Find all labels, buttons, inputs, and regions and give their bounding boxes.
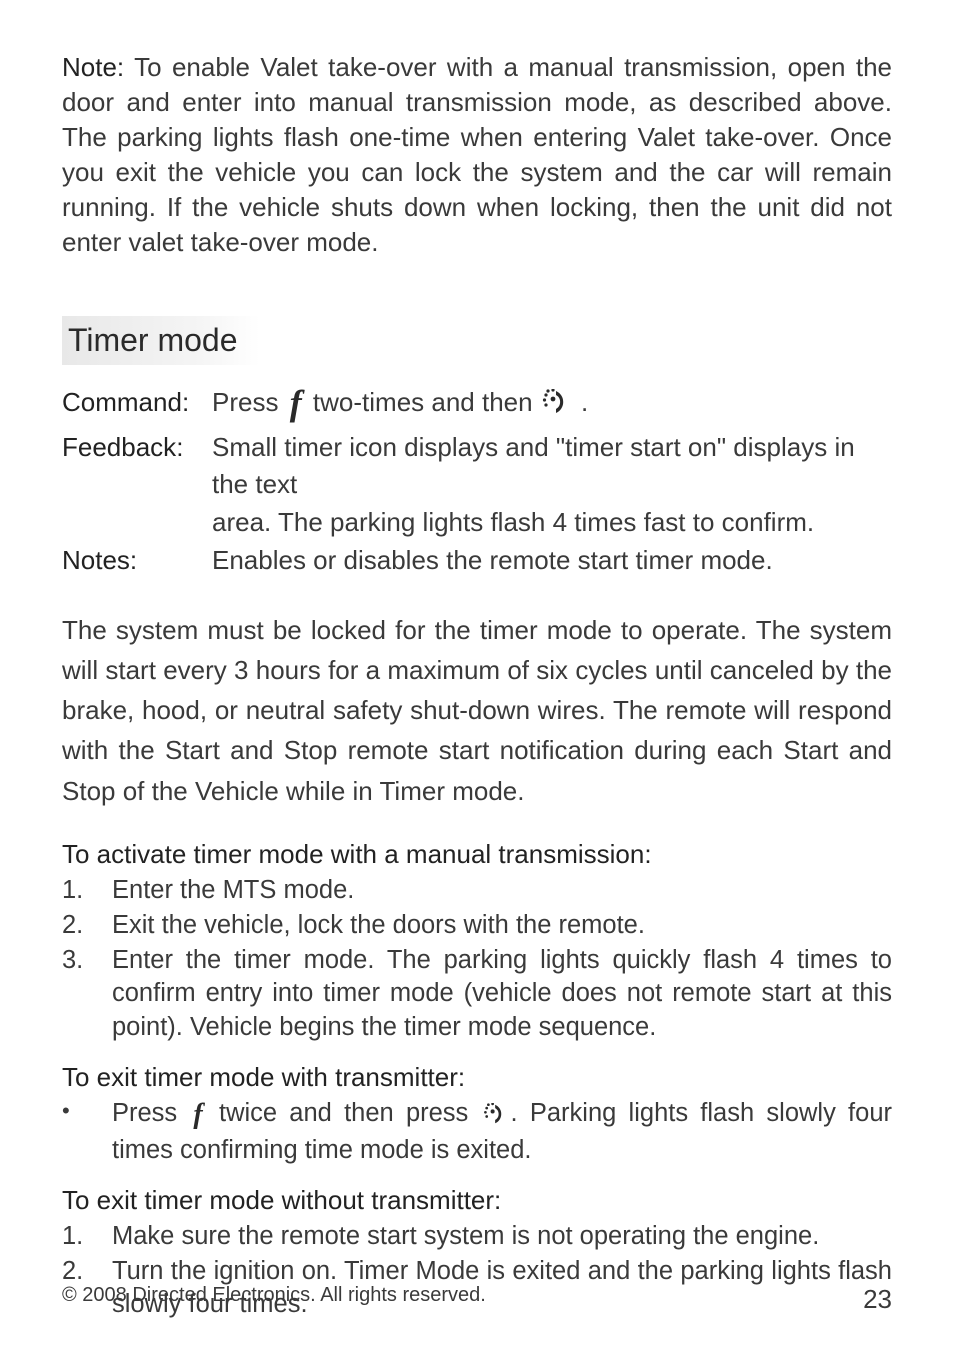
note-lead: Note: — [62, 52, 124, 82]
notes-row: Notes: Enables or disables the remote st… — [62, 542, 892, 580]
feedback-row: Feedback: Small timer icon displays and … — [62, 429, 892, 504]
list-item: 1.Enter the MTS mode. — [62, 874, 892, 907]
feedback-row-2: area. The parking lights flash 4 times f… — [62, 504, 892, 542]
exit-with-heading: To exit timer mode with transmitter: — [62, 1062, 892, 1093]
list-item: 2.Exit the vehicle, lock the doors with … — [62, 909, 892, 942]
exit-with-list: • Press f twice and then press . Parking — [62, 1097, 892, 1167]
feedback-value-2: area. The parking lights flash 4 times f… — [212, 504, 892, 542]
function-key-icon: f — [189, 1099, 206, 1130]
exit-without-heading: To exit timer mode without transmitter: — [62, 1185, 892, 1216]
notes-value: Enables or disables the remote start tim… — [212, 542, 892, 580]
command-table: Command: Press f two-times and then — [62, 377, 892, 580]
body-paragraph: The system must be locked for the timer … — [62, 610, 892, 811]
command-label: Command: — [62, 384, 212, 422]
activate-list: 1.Enter the MTS mode. 2.Exit the vehicle… — [62, 874, 892, 1044]
notes-label: Notes: — [62, 542, 212, 580]
page-number: 23 — [863, 1284, 892, 1315]
feedback-value: Small timer icon displays and "timer sta… — [212, 429, 892, 504]
remote-start-key-icon — [540, 388, 574, 426]
page-container: Note: To enable Valet take-over with a m… — [0, 0, 954, 1359]
list-item: 3.Enter the timer mode. The parking ligh… — [62, 944, 892, 1043]
list-item: 1.Make sure the remote start system is n… — [62, 1220, 892, 1253]
page-footer: © 2008 Directed Electronics. All rights … — [62, 1284, 892, 1315]
note-body: To enable Valet take-over with a manual … — [62, 52, 892, 257]
command-row: Command: Press f two-times and then — [62, 377, 892, 429]
note-block: Note: To enable Valet take-over with a m… — [62, 50, 892, 261]
function-key-icon: f — [286, 383, 306, 423]
feedback-label: Feedback: — [62, 429, 212, 467]
remote-start-key-icon — [481, 1101, 511, 1134]
command-value: Press f two-times and then . — [212, 377, 892, 429]
section-title: Timer mode — [62, 316, 260, 365]
activate-heading: To activate timer mode with a manual tra… — [62, 839, 892, 870]
copyright-text: © 2008 Directed Electronics. All rights … — [62, 1284, 486, 1315]
list-item: • Press f twice and then press . Parking — [62, 1097, 892, 1167]
